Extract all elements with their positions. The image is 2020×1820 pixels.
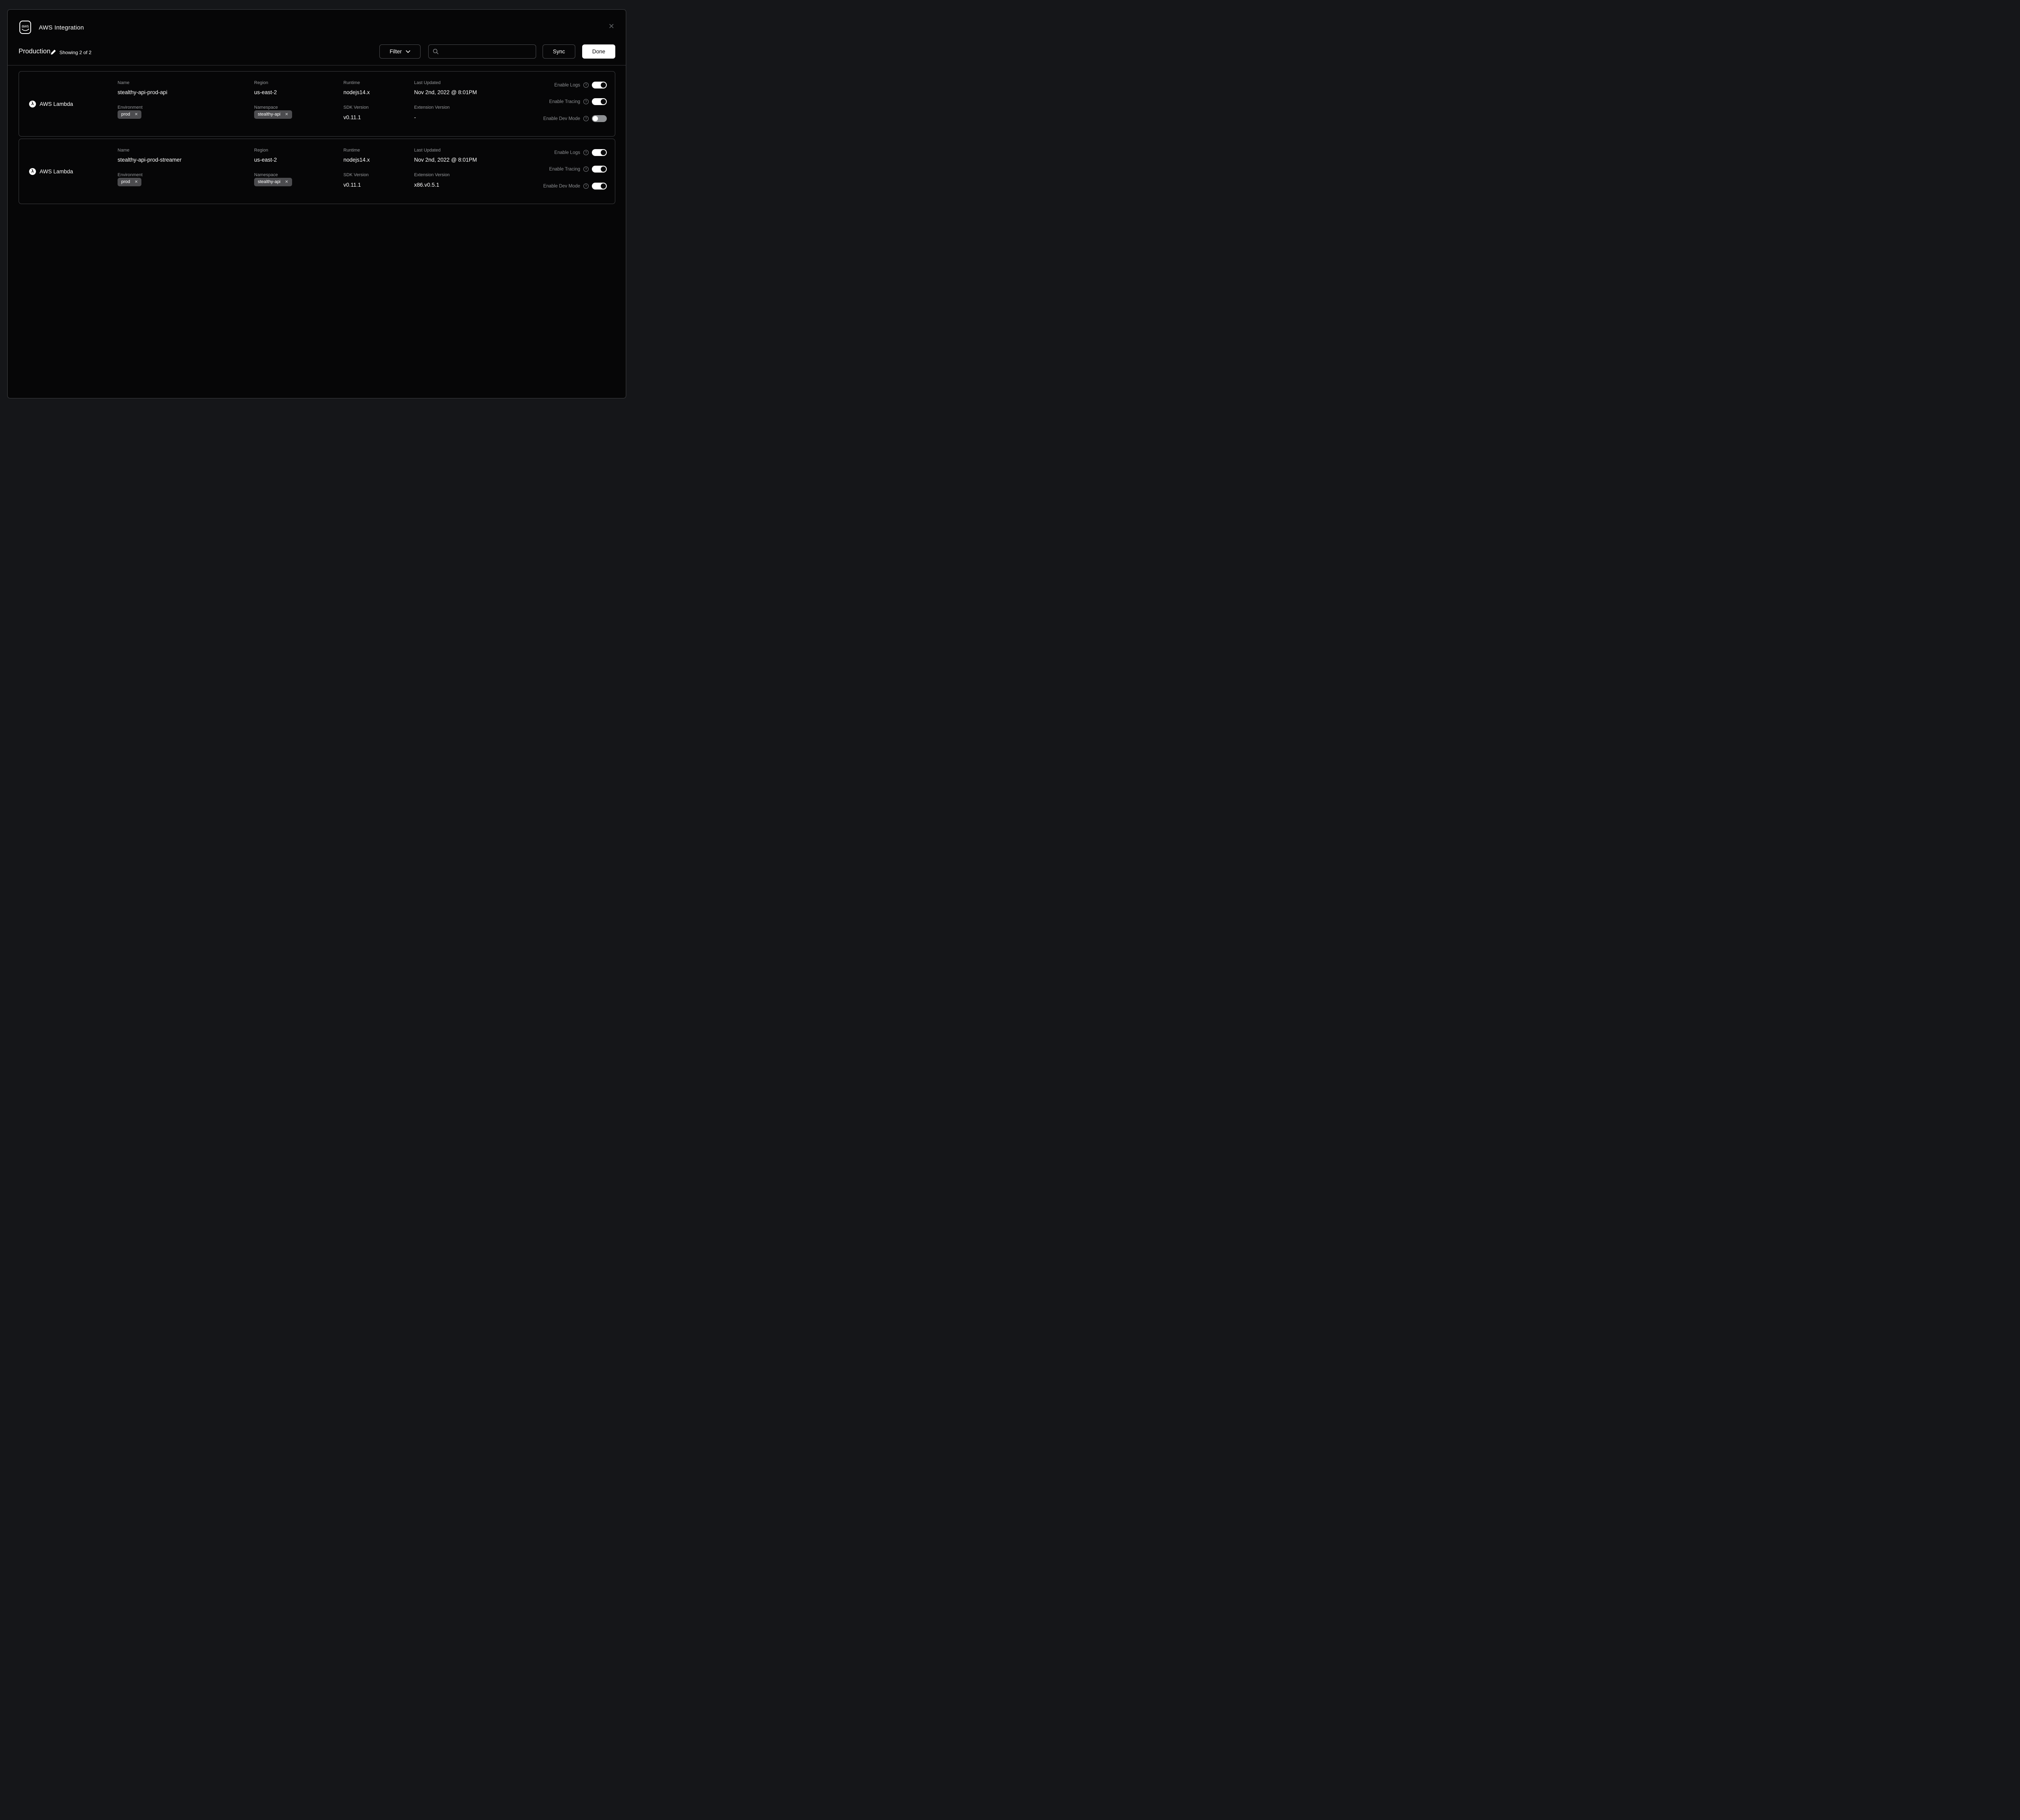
field-value-extension-version: - bbox=[414, 114, 416, 120]
field-label-name: Name bbox=[118, 80, 129, 85]
enable-tracing-row: Enable Tracing ? bbox=[549, 166, 607, 173]
enable-dev-mode-label: Enable Dev Mode bbox=[543, 184, 580, 189]
field-value-last-updated: Nov 2nd, 2022 @ 8:01PM bbox=[414, 157, 477, 163]
search-icon bbox=[433, 48, 439, 55]
field-label-sdk-version: SDK Version bbox=[343, 105, 368, 110]
edit-pencil-icon[interactable] bbox=[50, 49, 56, 57]
field-label-sdk-version: SDK Version bbox=[343, 173, 368, 177]
aws-logo: aws bbox=[19, 21, 31, 34]
done-button-label: Done bbox=[592, 48, 605, 55]
modal-title: AWS Integration bbox=[39, 24, 84, 31]
aws-integration-modal: aws AWS Integration ✕ Production Showing… bbox=[7, 9, 626, 398]
field-label-last-updated: Last Updated bbox=[414, 80, 440, 85]
field-label-extension-version: Extension Version bbox=[414, 105, 450, 110]
filter-button-label: Filter bbox=[390, 48, 402, 55]
enable-logs-toggle[interactable] bbox=[592, 82, 607, 88]
remove-tag-icon[interactable]: ✕ bbox=[135, 113, 138, 117]
namespace-tag: stealthy-api ✕ bbox=[254, 110, 292, 119]
enable-dev-mode-toggle[interactable] bbox=[592, 115, 607, 122]
field-label-region: Region bbox=[254, 80, 268, 85]
field-value-runtime: nodejs14.x bbox=[343, 157, 370, 163]
field-label-last-updated: Last Updated bbox=[414, 148, 440, 153]
enable-logs-label: Enable Logs bbox=[554, 150, 580, 155]
environment-tag: prod ✕ bbox=[118, 178, 141, 186]
search-field bbox=[428, 44, 536, 59]
help-icon[interactable]: ? bbox=[583, 116, 589, 121]
help-icon[interactable]: ? bbox=[583, 166, 589, 172]
enable-dev-mode-row: Enable Dev Mode ? bbox=[543, 183, 607, 190]
help-icon[interactable]: ? bbox=[583, 183, 589, 189]
field-label-namespace: Namespace bbox=[254, 173, 278, 177]
close-icon[interactable]: ✕ bbox=[608, 23, 614, 30]
lambda-icon: λ bbox=[29, 168, 36, 175]
aws-logo-glyph: aws bbox=[21, 22, 30, 33]
enable-tracing-toggle[interactable] bbox=[592, 98, 607, 105]
showing-count: Showing 2 of 2 bbox=[59, 50, 91, 55]
field-value-region: us-east-2 bbox=[254, 89, 277, 95]
enable-dev-mode-label: Enable Dev Mode bbox=[543, 116, 580, 121]
field-label-environment: Environment bbox=[118, 105, 143, 110]
chevron-down-icon bbox=[406, 50, 410, 53]
field-value-name: stealthy-api-prod-streamer bbox=[118, 157, 181, 163]
environment-tag-label: prod bbox=[121, 180, 130, 184]
environment-tag-label: prod bbox=[121, 112, 130, 117]
remove-tag-icon[interactable]: ✕ bbox=[285, 180, 288, 184]
enable-dev-mode-toggle[interactable] bbox=[592, 183, 607, 190]
sync-button-label: Sync bbox=[553, 48, 565, 55]
service-name: AWS Lambda bbox=[40, 169, 73, 175]
filter-button[interactable]: Filter bbox=[379, 44, 421, 59]
search-input[interactable] bbox=[442, 48, 532, 55]
help-icon[interactable]: ? bbox=[583, 150, 589, 155]
field-value-last-updated: Nov 2nd, 2022 @ 8:01PM bbox=[414, 89, 477, 95]
page-background: aws AWS Integration ✕ Production Showing… bbox=[0, 0, 633, 404]
environment-name: Production bbox=[19, 48, 50, 55]
field-label-namespace: Namespace bbox=[254, 105, 278, 110]
field-value-region: us-east-2 bbox=[254, 157, 277, 163]
field-value-runtime: nodejs14.x bbox=[343, 89, 370, 95]
service-name: AWS Lambda bbox=[40, 101, 73, 107]
enable-tracing-label: Enable Tracing bbox=[549, 99, 580, 104]
namespace-tag-label: stealthy-api bbox=[258, 112, 280, 117]
remove-tag-icon[interactable]: ✕ bbox=[285, 113, 288, 117]
enable-logs-label: Enable Logs bbox=[554, 83, 580, 88]
help-icon[interactable]: ? bbox=[583, 99, 589, 104]
field-value-sdk-version: v0.11.1 bbox=[343, 182, 361, 188]
environment-tag: prod ✕ bbox=[118, 110, 141, 119]
field-label-environment: Environment bbox=[118, 173, 143, 177]
field-value-name: stealthy-api-prod-api bbox=[118, 89, 167, 95]
svg-text:aws: aws bbox=[22, 24, 29, 29]
field-label-extension-version: Extension Version bbox=[414, 173, 450, 177]
field-label-name: Name bbox=[118, 148, 129, 153]
lambda-card: λ AWS Lambda Name stealthy-api-prod-stre… bbox=[19, 139, 615, 204]
lambda-icon: λ bbox=[29, 101, 36, 107]
enable-tracing-label: Enable Tracing bbox=[549, 167, 580, 172]
field-value-extension-version: x86.v0.5.1 bbox=[414, 182, 439, 188]
sync-button[interactable]: Sync bbox=[543, 44, 575, 59]
enable-tracing-row: Enable Tracing ? bbox=[549, 98, 607, 105]
enable-tracing-toggle[interactable] bbox=[592, 166, 607, 173]
enable-logs-row: Enable Logs ? bbox=[554, 82, 607, 88]
field-value-sdk-version: v0.11.1 bbox=[343, 114, 361, 120]
field-label-region: Region bbox=[254, 148, 268, 153]
lambda-card: λ AWS Lambda Name stealthy-api-prod-api … bbox=[19, 71, 615, 137]
enable-logs-toggle[interactable] bbox=[592, 149, 607, 156]
enable-logs-row: Enable Logs ? bbox=[554, 149, 607, 156]
enable-dev-mode-row: Enable Dev Mode ? bbox=[543, 115, 607, 122]
help-icon[interactable]: ? bbox=[583, 82, 589, 88]
remove-tag-icon[interactable]: ✕ bbox=[135, 180, 138, 184]
namespace-tag: stealthy-api ✕ bbox=[254, 178, 292, 186]
namespace-tag-label: stealthy-api bbox=[258, 180, 280, 184]
done-button[interactable]: Done bbox=[582, 44, 615, 59]
service-identity: λ AWS Lambda bbox=[29, 72, 73, 136]
field-label-runtime: Runtime bbox=[343, 148, 360, 153]
service-identity: λ AWS Lambda bbox=[29, 139, 73, 204]
field-label-runtime: Runtime bbox=[343, 80, 360, 85]
